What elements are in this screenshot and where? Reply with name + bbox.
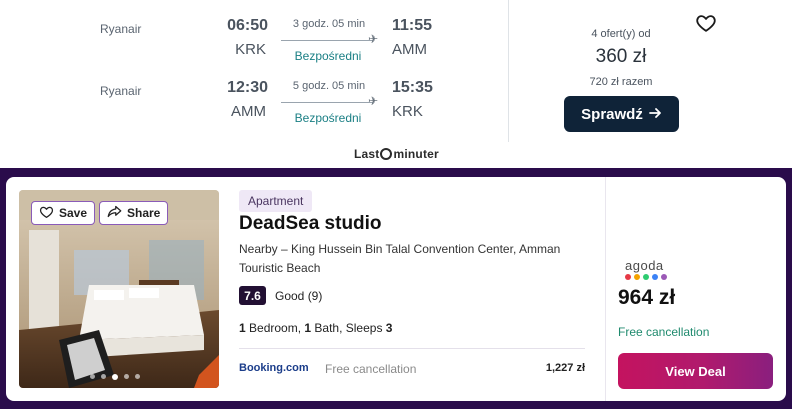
rating-text: Good (9) <box>275 289 323 303</box>
lastminuter-logo-part2: minuter <box>393 147 439 161</box>
hotel-name[interactable]: DeadSea studio <box>239 213 382 235</box>
favorite-heart-icon[interactable] <box>695 12 717 34</box>
share-icon <box>107 205 122 221</box>
stops-label: Bezpośredni <box>294 111 362 125</box>
agoda-dot <box>652 274 658 280</box>
offers-count: 4 ofert(y) od <box>591 28 651 40</box>
agoda-dot <box>634 274 640 280</box>
share-button-label: Share <box>127 206 161 220</box>
photo-carousel-dots[interactable] <box>90 373 140 380</box>
carousel-dot[interactable] <box>112 373 118 380</box>
flight-duration: 3 godz. 05 min <box>292 18 366 30</box>
agoda-dot <box>661 274 667 280</box>
agoda-logo-dots <box>625 274 685 280</box>
agoda-dot <box>643 274 649 280</box>
arrow-right-icon <box>648 106 662 123</box>
departure-time: 06:50 <box>227 17 268 34</box>
departure-airport: AMM <box>231 103 266 120</box>
lastminuter-logo: Last minuter <box>354 147 439 161</box>
agoda-dot <box>625 274 631 280</box>
flight-leg-return: Ryanair 12:30 AMM 5 godz. 05 min ✈ Bezpo… <box>0 72 508 132</box>
arrival-airport: KRK <box>392 103 423 120</box>
check-button[interactable]: Sprawdź <box>564 96 679 132</box>
arrival-time: 11:55 <box>392 17 433 34</box>
sleeps-count: 3 <box>385 321 393 335</box>
carousel-dot[interactable] <box>124 374 129 379</box>
route-line <box>281 102 373 103</box>
deal-divider <box>605 177 606 401</box>
plane-icon: ✈ <box>368 32 379 46</box>
hotel-location: Nearby – King Hussein Bin Talal Conventi… <box>239 242 561 275</box>
airline-name: Ryanair <box>100 84 142 98</box>
flight-result-card[interactable]: Ryanair 06:50 KRK 3 godz. 05 min ✈ Bezpo… <box>0 0 792 168</box>
agoda-logo: agoda <box>625 258 685 280</box>
bedroom-count: 1 <box>239 321 246 335</box>
carousel-dot[interactable] <box>101 374 106 379</box>
check-button-label: Sprawdź <box>581 105 643 123</box>
bedroom-label: Bedroom, <box>245 321 305 335</box>
flight-duration: 5 godz. 05 min <box>292 80 366 92</box>
price-divider <box>508 0 509 142</box>
lastminuter-logo-part1: Last <box>354 147 380 161</box>
offer-divider <box>239 348 585 349</box>
booking-price[interactable]: 1,227 zł <box>530 362 585 374</box>
departure-airport: KRK <box>235 41 266 58</box>
stops-label: Bezpośredni <box>294 49 362 63</box>
room-details: 1 Bedroom, 1 Bath, Sleeps 3 <box>239 321 392 335</box>
view-deal-button[interactable]: View Deal <box>618 353 773 389</box>
departure-time: 12:30 <box>227 79 268 96</box>
booking-com-logo[interactable]: Booking.com <box>239 362 309 374</box>
clock-icon <box>380 148 393 160</box>
agoda-logo-text: agoda <box>625 258 664 273</box>
share-button[interactable]: Share <box>99 201 169 225</box>
carousel-dot[interactable] <box>135 374 140 379</box>
save-button-label: Save <box>59 206 88 220</box>
carousel-dot[interactable] <box>90 374 95 379</box>
route-line <box>281 40 373 41</box>
airline-name: Ryanair <box>100 22 142 36</box>
save-button[interactable]: Save <box>31 201 96 225</box>
heart-icon <box>39 205 54 222</box>
flight-price: 360 zł <box>595 46 647 67</box>
property-type-badge: Apartment <box>239 190 313 212</box>
plane-icon: ✈ <box>368 94 379 108</box>
bath-label: Bath, Sleeps <box>311 321 386 335</box>
best-deal-free-cancellation: Free cancellation <box>618 325 710 339</box>
booking-free-cancellation: Free cancellation <box>325 362 417 376</box>
rating-score: 7.6 <box>239 286 266 305</box>
arrival-airport: AMM <box>392 41 427 58</box>
flight-price-total: 720 zł razem <box>589 76 653 88</box>
flight-leg-outbound: Ryanair 06:50 KRK 3 godz. 05 min ✈ Bezpo… <box>0 10 508 70</box>
best-deal-price: 964 zł <box>618 286 676 309</box>
arrival-time: 15:35 <box>392 79 433 96</box>
